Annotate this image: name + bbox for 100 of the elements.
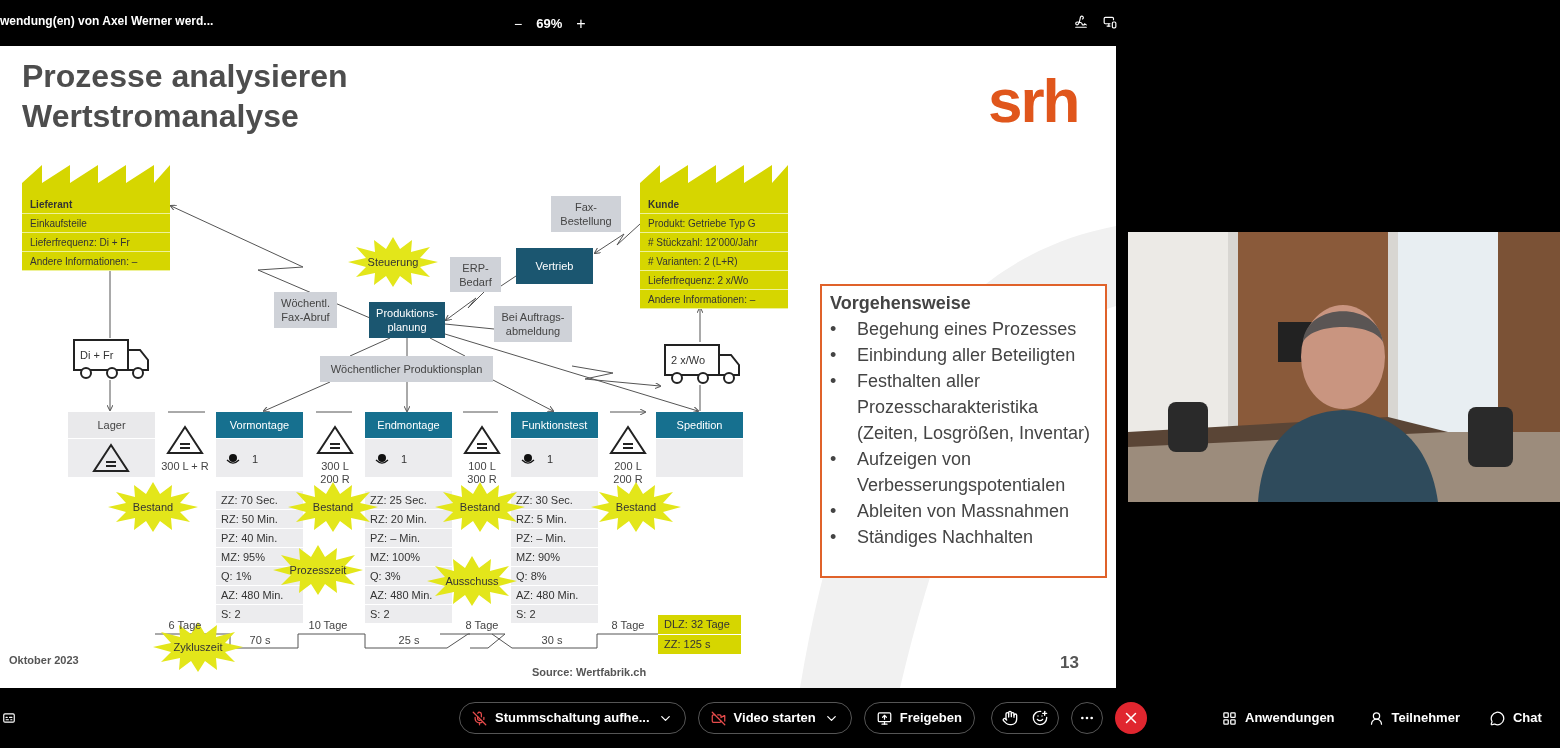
annotate-icon[interactable] (1074, 15, 1088, 29)
starburst-label: Steuerung (348, 237, 438, 287)
factory-row: # Varianten: 2 (L+R) (640, 252, 788, 271)
data-row: PZ: – Min. (365, 529, 452, 547)
zoom-out-button[interactable]: − (512, 13, 525, 35)
starburst-label: Bestand (108, 482, 198, 532)
captions-icon[interactable] (2, 711, 16, 725)
bullet: • (830, 500, 838, 523)
inventory-icon (609, 425, 647, 455)
inventory-icon (92, 443, 130, 473)
inventory-icon (463, 425, 501, 455)
source-note: Source: Wertfabrik.ch (532, 665, 647, 680)
step-header: Spedition (656, 412, 743, 438)
total-cell: DLZ: 32 Tage (658, 615, 741, 634)
data-row: ZZ: 30 Sec. (511, 491, 598, 509)
cycle-time: 70 s (248, 633, 272, 648)
leave-button[interactable] (1114, 702, 1147, 734)
data-row: Q: 8% (511, 567, 598, 585)
wait-time: 6 Tage (167, 618, 203, 633)
factory-roof-icon (640, 163, 788, 195)
total-cell: ZZ: 125 s (658, 635, 741, 654)
procedure-item: Ständiges Nachhalten (857, 526, 1034, 549)
participants-button[interactable]: Teilnehmer (1368, 708, 1460, 728)
screen-icon[interactable] (1103, 15, 1117, 29)
bullet: • (830, 448, 838, 471)
data-row: AZ: 480 Min. (511, 586, 598, 604)
logo: srh (988, 66, 1079, 136)
control-box: Vertrieb (516, 248, 593, 284)
step-header: Lager (68, 412, 155, 438)
wait-time: 10 Tage (307, 618, 349, 633)
operator-count: 1 (547, 452, 554, 467)
grid-icon (1222, 710, 1237, 726)
apps-button[interactable]: Anwendungen (1222, 708, 1335, 728)
info-box: Fax- Bestellung (551, 196, 621, 232)
procedure-item: Begehung eines Prozesses (857, 318, 1077, 341)
wait-time: 8 Tage (610, 618, 646, 633)
data-row: S: 2 (365, 605, 452, 623)
camera-off-icon (710, 710, 726, 726)
factory-row: Kunde (640, 195, 788, 214)
data-row: S: 2 (511, 605, 598, 623)
operator-icon (226, 453, 240, 466)
starburst-label: Bestand (591, 482, 681, 532)
cycle-time: 25 s (397, 633, 421, 648)
info-box: Bei Auftrags- abmeldung (494, 306, 572, 342)
procedure-item: Aufzeigen von Verbesserungspotentialen (857, 448, 1067, 497)
step-header: Endmontage (365, 412, 452, 438)
info-box: Wöchentlicher Produktionsplan (320, 356, 493, 382)
factory-row: Andere Informationen: – (640, 290, 788, 309)
operator-count: 1 (401, 452, 408, 467)
procedure-item: Ableiten von Massnahmen (857, 500, 1070, 523)
data-row: PZ: – Min. (511, 529, 598, 547)
window-title: wendung(en) von Axel Werner werd... (0, 13, 214, 30)
info-box: ERP- Bedarf (450, 257, 501, 292)
procedure-title: Vorgehensweise (830, 292, 972, 315)
slide-title: Wertstromanalyse (22, 97, 300, 136)
data-row: ZZ: 25 Sec. (365, 491, 452, 509)
hand-icon[interactable] (1001, 710, 1018, 726)
data-row: AZ: 480 Min. (365, 586, 452, 604)
share-icon (876, 710, 892, 726)
data-row: RZ: 50 Min. (216, 510, 303, 528)
inventory-icon (166, 425, 204, 455)
inventory-label: 300 L + R (160, 460, 210, 473)
wait-time: 8 Tage (464, 618, 500, 633)
factory-row: Einkaufsteile (22, 214, 170, 233)
data-row: RZ: 20 Min. (365, 510, 452, 528)
data-row: PZ: 40 Min. (216, 529, 303, 547)
bullet: • (830, 318, 838, 341)
zoom-level: 69% (536, 15, 563, 34)
mic-off-icon (472, 710, 487, 726)
slide-date: Oktober 2023 (9, 653, 79, 668)
factory-row: Andere Informationen: – (22, 252, 170, 271)
step-header: Funktionstest (511, 412, 598, 438)
chat-button[interactable]: Chat (1489, 708, 1542, 728)
emoji-icon[interactable] (1031, 710, 1048, 726)
inventory-label: 100 L 300 R (466, 460, 498, 486)
operator-count: 1 (252, 452, 259, 467)
bullet: • (830, 344, 838, 367)
procedure-item: Einbindung aller Beteiligten (857, 344, 1076, 367)
page-number: 13 (1060, 652, 1079, 674)
inventory-icon (316, 425, 354, 455)
operator-icon (375, 453, 389, 466)
bullet: • (830, 526, 838, 549)
cycle-time: 30 s (540, 633, 564, 648)
factory-roof-icon (22, 163, 170, 195)
factory-row: Lieferfrequenz: Di + Fr (22, 233, 170, 252)
slide-title: Prozesse analysieren (22, 57, 348, 96)
operator-icon (521, 453, 535, 466)
data-row: MZ: 90% (511, 548, 598, 566)
factory-row: Produkt: Getriebe Typ G (640, 214, 788, 233)
inventory-label: 300 L 200 R (319, 460, 351, 486)
factory-row: # Stückzahl: 12’000/Jahr (640, 233, 788, 252)
info-box: Wöchentl. Fax-Abruf (274, 292, 337, 328)
control-box: Produktions- planung (369, 302, 445, 338)
data-row: RZ: 5 Min. (511, 510, 598, 528)
data-row: MZ: 95% (216, 548, 303, 566)
chat-icon (1489, 710, 1505, 726)
factory-row: Lieferant (22, 195, 170, 214)
step-header: Vormontage (216, 412, 303, 438)
zoom-in-button[interactable]: + (574, 12, 588, 36)
procedure-item: Festhalten aller Prozesscharakteristika (Zeiten, Losgrößen, Inventar) (857, 370, 1092, 445)
